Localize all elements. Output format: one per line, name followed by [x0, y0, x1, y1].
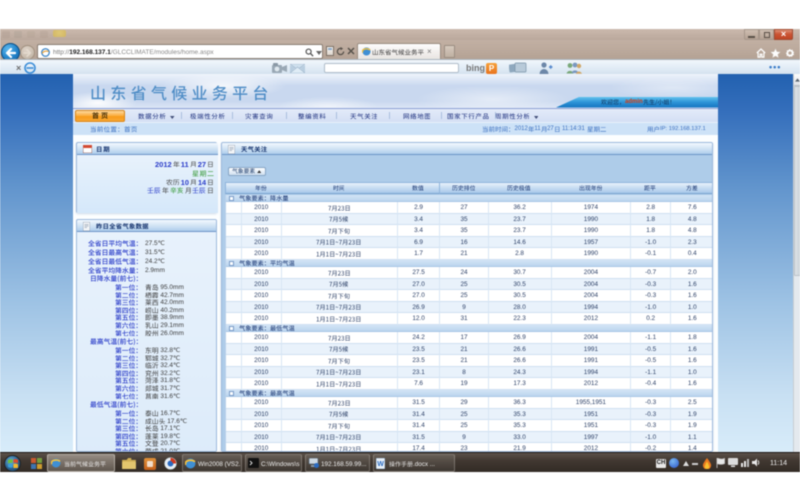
svg-text:W: W [377, 461, 384, 468]
